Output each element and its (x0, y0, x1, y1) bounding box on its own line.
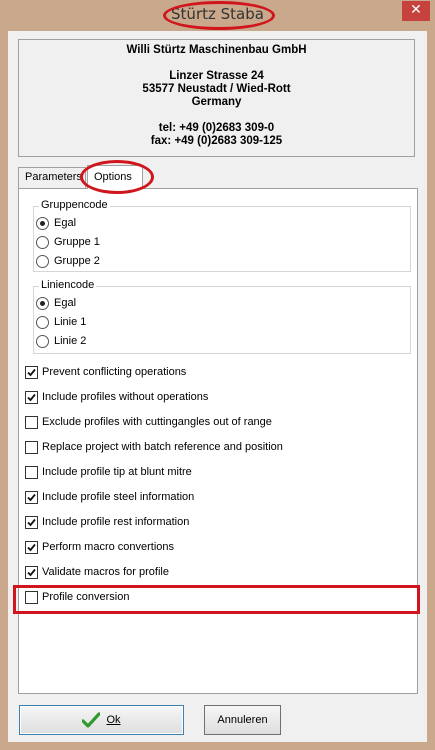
ok-button[interactable]: Ok (19, 705, 184, 735)
checkbox-row[interactable]: Replace project with batch reference and… (25, 439, 283, 455)
checkbox-label: Perform macro convertions (42, 541, 175, 553)
checkbox-row[interactable]: Exclude profiles with cuttingangles out … (25, 414, 272, 430)
options-panel: Gruppencode Egal Gruppe 1 Gruppe 2 Linie… (18, 188, 418, 694)
dialog-body: Willi Stürtz Maschinenbau GmbH Linzer St… (8, 31, 427, 742)
profile-conversion-annotation-box (13, 585, 420, 614)
radio-button[interactable] (36, 254, 49, 268)
radio-liniencode-egal[interactable]: Egal (36, 295, 76, 311)
checkbox-row[interactable]: Validate macros for profile (25, 564, 169, 580)
gruppencode-group: Gruppencode Egal Gruppe 1 Gruppe 2 (33, 199, 411, 272)
checkbox[interactable] (25, 565, 38, 579)
address-line: Germany (191, 96, 242, 108)
dialog-window: Stürtz Staba ✕ Willi Stürtz Maschinenbau… (0, 0, 435, 750)
radio-liniencode-linie-1[interactable]: Linie 1 (36, 314, 86, 330)
checkbox-label: Exclude profiles with cuttingangles out … (42, 416, 272, 428)
checkbox-row[interactable]: Perform macro convertions (25, 539, 174, 555)
checkbox[interactable] (25, 465, 38, 479)
checkbox[interactable] (25, 515, 38, 529)
checkbox-label: Include profile rest information (42, 516, 190, 528)
address-line (19, 109, 414, 122)
radio-button[interactable] (36, 296, 49, 310)
radio-gruppencode-egal[interactable]: Egal (36, 215, 76, 231)
checkbox-label: Prevent conflicting operations (42, 366, 187, 378)
radio-button[interactable] (36, 334, 49, 348)
checkbox-label: Validate macros for profile (42, 566, 169, 578)
checkbox-row[interactable]: Prevent conflicting operations (25, 364, 186, 380)
checkbox[interactable] (25, 365, 38, 379)
address-line (19, 57, 414, 70)
radio-button[interactable] (36, 216, 49, 230)
address-line: tel: +49 (0)2683 309-0 (158, 122, 275, 134)
checkmark-icon (82, 712, 101, 728)
tab-annotation-circle (80, 160, 154, 194)
radio-gruppencode-gruppe-2[interactable]: Gruppe 2 (36, 253, 100, 269)
cancel-button[interactable]: Annuleren (204, 705, 281, 735)
address-line: 53577 Neustadt / Wied-Rott (142, 83, 291, 95)
ok-label: Ok (106, 714, 121, 726)
address-line: fax: +49 (0)2683 309-125 (150, 135, 283, 147)
checkbox[interactable] (25, 415, 38, 429)
title-annotation-circle (163, 1, 275, 30)
address-line: Willi Stürtz Maschinenbau GmbH (126, 44, 307, 56)
checkbox-row[interactable]: Include profile steel information (25, 489, 194, 505)
radio-label: Linie 1 (54, 316, 87, 328)
radio-label: Gruppe 1 (54, 236, 100, 248)
checkbox[interactable] (25, 390, 38, 404)
radio-label: Egal (54, 297, 77, 309)
liniencode-title: Liniencode (39, 279, 97, 291)
checkbox-row[interactable]: Include profile tip at blunt mitre (25, 464, 192, 480)
checkbox-row[interactable]: Include profiles without operations (25, 389, 208, 405)
tab-parameters[interactable]: Parameters (18, 167, 86, 188)
radio-button[interactable] (36, 315, 49, 329)
radio-label: Linie 2 (54, 335, 87, 347)
checkbox-label: Include profile tip at blunt mitre (42, 466, 192, 478)
close-button[interactable]: ✕ (402, 1, 430, 21)
radio-button[interactable] (36, 235, 49, 249)
address-box: Willi Stürtz Maschinenbau GmbH Linzer St… (18, 39, 415, 157)
gruppencode-title: Gruppencode (39, 199, 110, 211)
checkbox-label: Replace project with batch reference and… (42, 441, 283, 453)
radio-gruppencode-gruppe-1[interactable]: Gruppe 1 (36, 234, 100, 250)
title-bar[interactable]: Stürtz Staba ✕ (0, 0, 435, 30)
radio-liniencode-linie-2[interactable]: Linie 2 (36, 333, 86, 349)
checkbox-label: Include profiles without operations (42, 391, 209, 403)
checkbox[interactable] (25, 540, 38, 554)
checkbox[interactable] (25, 490, 38, 504)
liniencode-group: Liniencode Egal Linie 1 Linie 2 (33, 279, 411, 354)
address-line: Linzer Strasse 24 (169, 70, 264, 82)
checkbox-label: Include profile steel information (42, 491, 195, 503)
radio-label: Gruppe 2 (54, 255, 100, 267)
checkbox[interactable] (25, 440, 38, 454)
radio-label: Egal (54, 217, 77, 229)
checkbox-row[interactable]: Include profile rest information (25, 514, 189, 530)
